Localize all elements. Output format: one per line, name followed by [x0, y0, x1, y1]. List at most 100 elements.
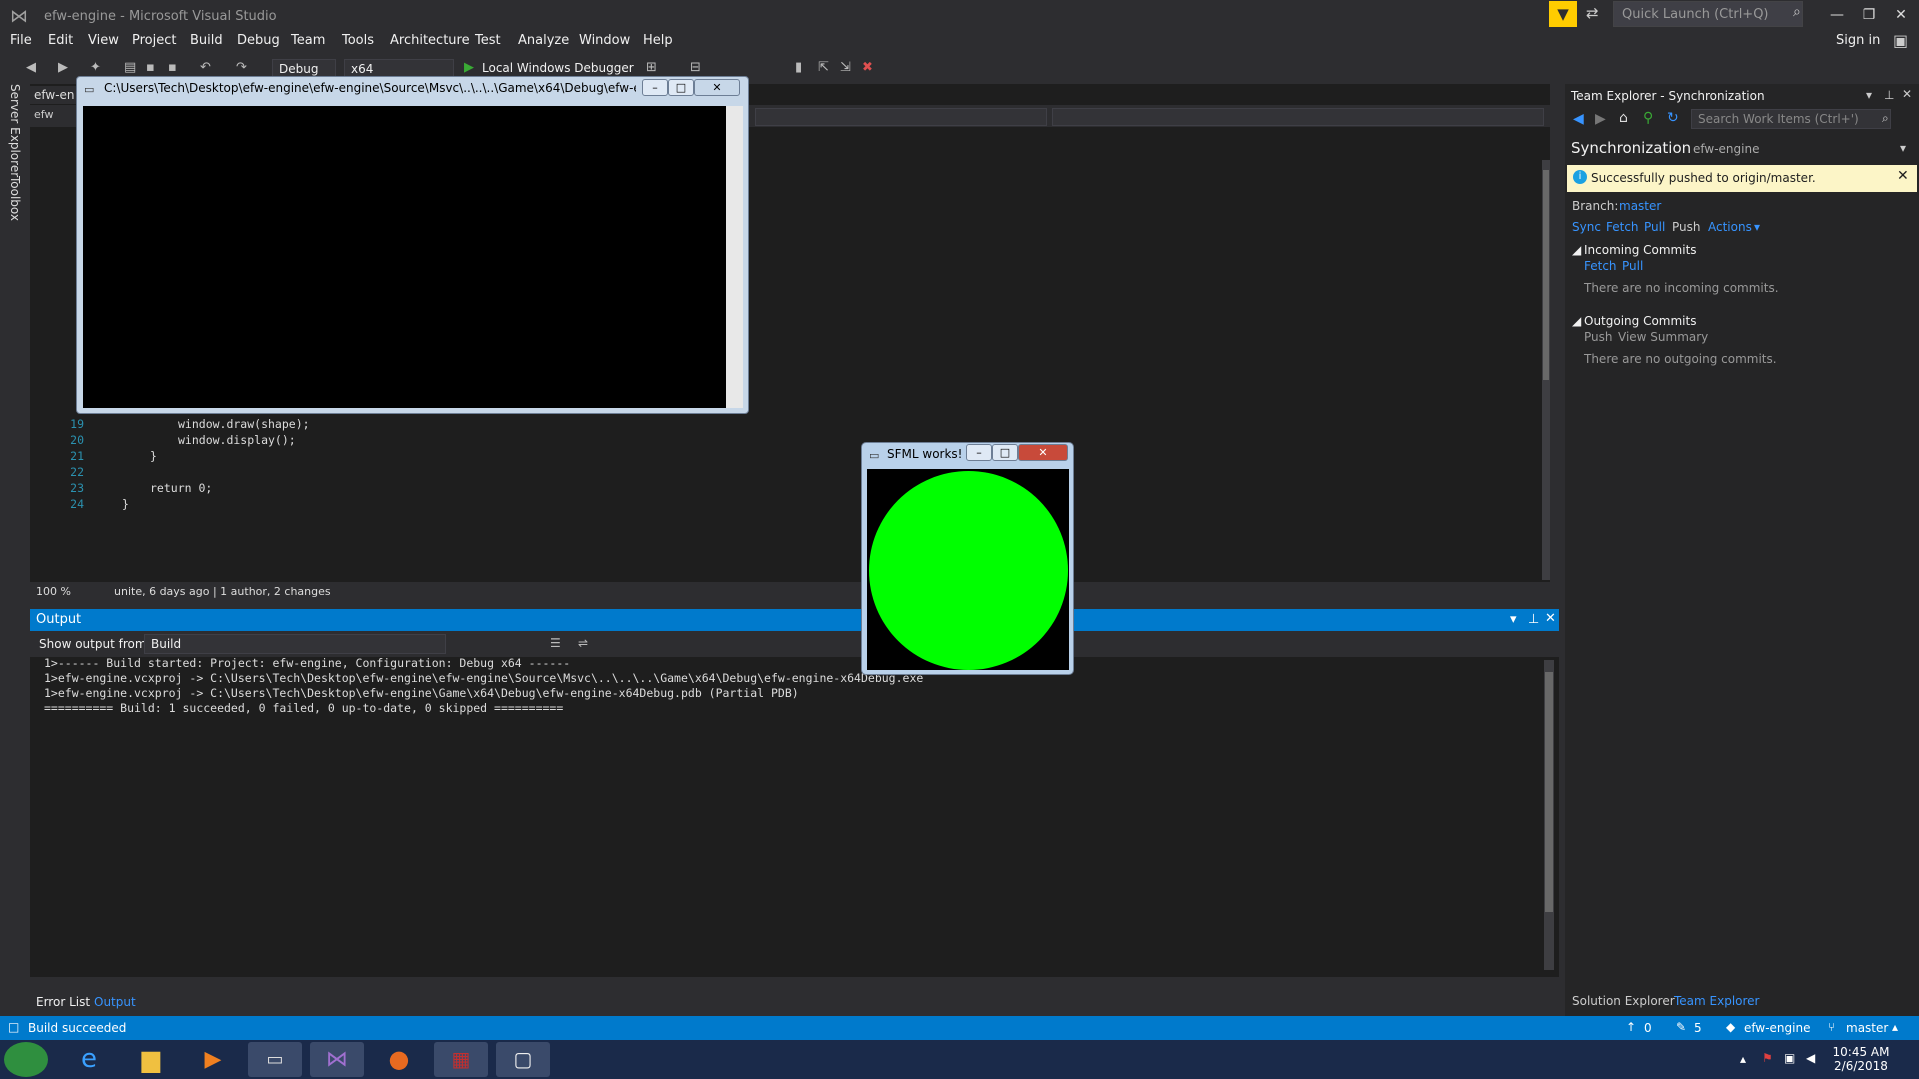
menu-team[interactable]: Team: [291, 33, 325, 48]
file-explorer-icon[interactable]: ▆: [124, 1042, 178, 1077]
internet-explorer-icon[interactable]: e: [62, 1042, 116, 1077]
close-panel-icon[interactable]: ✕: [1902, 87, 1912, 101]
status-branch[interactable]: master: [1846, 1021, 1888, 1035]
tray-chevron-icon[interactable]: ▴: [1740, 1052, 1746, 1066]
menu-tools[interactable]: Tools: [342, 33, 374, 48]
minimize-icon[interactable]: –: [966, 444, 992, 461]
firefox-icon[interactable]: ●: [372, 1042, 426, 1077]
close-icon[interactable]: ✕: [1018, 444, 1068, 461]
chevron-down-icon[interactable]: ▾: [1900, 141, 1906, 155]
tab-error-list[interactable]: Error List: [36, 995, 90, 1009]
start-debugger-button[interactable]: Local Windows Debugger: [482, 61, 634, 75]
pull-link[interactable]: Pull: [1644, 220, 1665, 234]
search-work-items-input[interactable]: Search Work Items (Ctrl+'): [1691, 109, 1891, 129]
fetch-link[interactable]: Fetch: [1606, 220, 1639, 234]
next-bookmark-icon[interactable]: ⇲: [840, 60, 851, 75]
prev-bookmark-icon[interactable]: ⇱: [818, 60, 829, 75]
media-player-icon[interactable]: ▶: [186, 1042, 240, 1077]
refresh-icon[interactable]: ↻: [1667, 110, 1679, 126]
back-icon[interactable]: ◀: [26, 60, 36, 75]
back-icon[interactable]: ◀: [1573, 111, 1584, 127]
attach-icon[interactable]: ⊞: [646, 60, 657, 75]
menu-view[interactable]: View: [88, 33, 119, 48]
open-file-icon[interactable]: ▤: [124, 60, 136, 75]
expand-triangle-icon[interactable]: ◢: [1572, 314, 1581, 328]
output-scroll-thumb[interactable]: [1545, 672, 1553, 912]
sign-in-link[interactable]: Sign in: [1836, 33, 1880, 48]
menu-file[interactable]: File: [10, 33, 32, 48]
save-all-icon[interactable]: ▪: [168, 60, 177, 75]
codelens-info[interactable]: unite, 6 days ago | 1 author, 2 changes: [114, 585, 331, 598]
menu-help[interactable]: Help: [643, 33, 673, 48]
chevron-up-icon[interactable]: ▴: [1892, 1020, 1898, 1034]
sync-link[interactable]: Sync: [1572, 220, 1601, 234]
expand-triangle-icon[interactable]: ◢: [1572, 243, 1581, 257]
up-arrow-icon[interactable]: ↑: [1626, 1020, 1636, 1034]
minimize-icon[interactable]: –: [642, 79, 668, 96]
incoming-commits-heading[interactable]: Incoming Commits: [1584, 243, 1697, 257]
winrar-icon[interactable]: ▦: [434, 1042, 488, 1077]
menu-test[interactable]: Test: [475, 33, 501, 48]
console-scrollbar[interactable]: [726, 106, 743, 408]
volume-icon[interactable]: ◀: [1806, 1051, 1815, 1065]
menu-build[interactable]: Build: [190, 33, 223, 48]
close-icon[interactable]: ✕: [694, 79, 740, 96]
pending-changes-count[interactable]: 5: [1694, 1021, 1702, 1035]
status-repo[interactable]: efw-engine: [1744, 1021, 1810, 1035]
dropdown-icon[interactable]: ▾: [1510, 612, 1517, 627]
home-icon[interactable]: ⌂: [1619, 110, 1628, 126]
outgoing-commits-heading[interactable]: Outgoing Commits: [1584, 314, 1696, 328]
document-tab[interactable]: efw-en: [30, 86, 80, 104]
action-center-flag-icon[interactable]: ⚑: [1762, 1051, 1773, 1065]
pencil-icon[interactable]: ✎: [1676, 1020, 1686, 1034]
undo-icon[interactable]: ↶: [200, 60, 211, 75]
forward-icon[interactable]: ▶: [58, 60, 68, 75]
save-icon[interactable]: ▪: [146, 60, 155, 75]
tray-clock[interactable]: 10:45 AM 2/6/2018: [1826, 1045, 1896, 1073]
server-explorer-tab[interactable]: Server Explorer: [8, 84, 22, 177]
member-combo[interactable]: [1052, 108, 1544, 126]
outgoing-push-link[interactable]: Push: [1584, 330, 1613, 344]
network-icon[interactable]: ▣: [1784, 1051, 1795, 1065]
menu-edit[interactable]: Edit: [48, 33, 73, 48]
command-prompt-icon[interactable]: ▭: [248, 1042, 302, 1077]
tab-output[interactable]: Output: [94, 995, 136, 1009]
clear-bookmarks-icon[interactable]: ✖: [862, 60, 873, 75]
quick-launch-input[interactable]: Quick Launch (Ctrl+Q): [1613, 1, 1803, 27]
tab-team-explorer[interactable]: Team Explorer: [1674, 994, 1760, 1008]
notification-flag-icon[interactable]: ▼: [1549, 1, 1577, 27]
close-notice-icon[interactable]: ✕: [1897, 168, 1909, 184]
editor-scroll-thumb[interactable]: [1543, 170, 1549, 380]
pin-icon[interactable]: ⊥: [1528, 612, 1539, 627]
console-output[interactable]: [83, 106, 726, 408]
restore-icon[interactable]: ❐: [1854, 2, 1884, 28]
maximize-icon[interactable]: □: [668, 79, 694, 96]
search-icon[interactable]: ⌕: [1793, 4, 1801, 20]
unpublished-count[interactable]: 0: [1644, 1021, 1652, 1035]
branch-link[interactable]: master: [1619, 199, 1661, 213]
branch-icon[interactable]: ⑂: [1828, 1020, 1835, 1034]
maximize-icon[interactable]: □: [992, 444, 1018, 461]
solution-icon[interactable]: ⊟: [690, 60, 701, 75]
minimize-icon[interactable]: —: [1822, 2, 1852, 28]
sfml-app-taskbar-icon[interactable]: ▢: [496, 1042, 550, 1077]
menu-architecture[interactable]: Architecture: [390, 33, 470, 48]
actions-menu[interactable]: Actions: [1708, 220, 1752, 234]
close-panel-icon[interactable]: ✕: [1545, 611, 1556, 626]
new-project-icon[interactable]: ✦: [90, 60, 101, 75]
push-link[interactable]: Push: [1672, 220, 1701, 234]
forward-icon[interactable]: ▶: [1595, 111, 1606, 127]
close-icon[interactable]: ✕: [1886, 2, 1916, 28]
redo-icon[interactable]: ↷: [236, 60, 247, 75]
zoom-level[interactable]: 100 %: [36, 585, 71, 598]
connect-icon[interactable]: ⚲: [1643, 110, 1653, 126]
feedback-icon[interactable]: ⇄: [1586, 4, 1608, 26]
toolbox-tab[interactable]: Toolbox: [8, 176, 22, 221]
menu-analyze[interactable]: Analyze: [518, 33, 569, 48]
incoming-pull-link[interactable]: Pull: [1622, 259, 1643, 273]
chevron-down-icon[interactable]: ▾: [1754, 220, 1760, 234]
visual-studio-taskbar-icon[interactable]: ⋈: [310, 1042, 364, 1077]
clear-all-icon[interactable]: ☰: [550, 636, 561, 650]
menu-project[interactable]: Project: [132, 33, 176, 48]
start-button-icon[interactable]: [4, 1042, 48, 1077]
